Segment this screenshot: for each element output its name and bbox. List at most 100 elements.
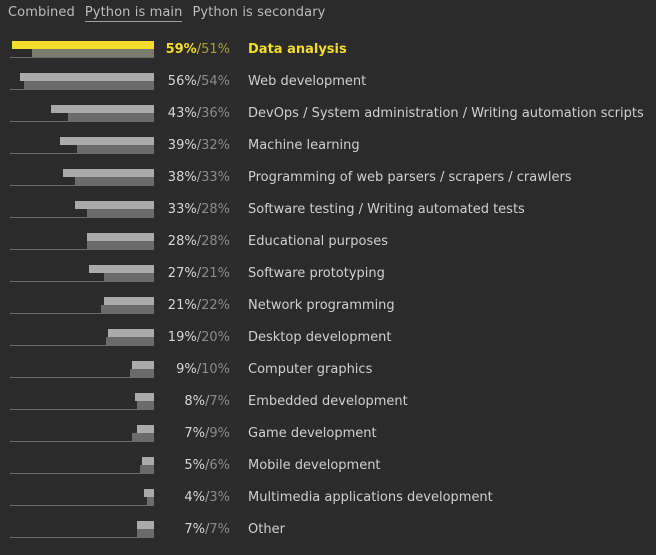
bar-python-secondary [67, 113, 154, 121]
chart-row: 56%/54% Web development [0, 67, 656, 99]
percent-secondary: 28% [201, 202, 230, 217]
chart-row: 39%/32% Machine learning [0, 131, 656, 163]
chart-row: 21%/22% Network programming [0, 291, 656, 323]
category-label: Software prototyping [248, 266, 385, 281]
percent-label: 39%/32% [168, 138, 230, 153]
percent-label: 59%/51% [166, 42, 230, 57]
percent-secondary: 20% [201, 330, 230, 345]
bar-baseline [10, 505, 154, 506]
chart-row: 4%/3% Multimedia applications development [0, 483, 656, 515]
bar-python-main [50, 105, 154, 113]
bar-baseline [10, 537, 154, 538]
category-label: Web development [248, 74, 367, 89]
bar-baseline [10, 313, 154, 314]
percent-label: 4%/3% [184, 490, 230, 505]
chart-row: 5%/6% Mobile development [0, 451, 656, 483]
category-label: Data analysis [248, 42, 347, 57]
bar-python-secondary [132, 433, 154, 441]
category-label: Network programming [248, 298, 395, 313]
bar-python-secondary [137, 529, 154, 537]
bar-chart: 59%/51% Data analysis 56%/54% Web developme… [0, 0, 656, 555]
bar-python-main [103, 297, 154, 305]
percent-label: 7%/7% [184, 522, 230, 537]
bar-baseline [10, 441, 154, 442]
percent-main: 59% [165, 42, 197, 57]
bar-python-secondary [103, 273, 154, 281]
category-label: Game development [248, 426, 377, 441]
percent-label: 9%/10% [176, 362, 230, 377]
bar-python-secondary [74, 177, 154, 185]
bar-python-main [60, 137, 154, 145]
category-label: Computer graphics [248, 362, 373, 377]
percent-label: 19%/20% [168, 330, 230, 345]
percent-main: 8% [184, 394, 205, 409]
percent-secondary: 33% [201, 170, 230, 185]
bar-python-main [144, 489, 154, 497]
bar-python-main [108, 329, 154, 337]
bar-baseline [10, 473, 154, 474]
percent-label: 27%/21% [168, 266, 230, 281]
bar-python-secondary [86, 241, 154, 249]
percent-secondary: 3% [209, 490, 230, 505]
category-label: DevOps / System administration / Writing… [248, 106, 644, 121]
chart-row: 59%/51% Data analysis [0, 35, 656, 67]
percent-label: 8%/7% [184, 394, 230, 409]
percent-label: 28%/28% [168, 234, 230, 249]
bar-python-secondary [130, 369, 154, 377]
percent-main: 43% [167, 106, 197, 121]
percent-main: 56% [167, 74, 197, 89]
percent-main: 28% [167, 234, 197, 249]
percent-secondary: 54% [201, 74, 230, 89]
category-label: Machine learning [248, 138, 360, 153]
bar-baseline [10, 249, 154, 250]
percent-main: 38% [167, 170, 197, 185]
percent-main: 33% [167, 202, 197, 217]
bar-baseline [10, 281, 154, 282]
percent-secondary: 36% [201, 106, 230, 121]
category-label: Mobile development [248, 458, 381, 473]
percent-main: 21% [167, 298, 197, 313]
percent-main: 7% [184, 426, 205, 441]
percent-main: 39% [167, 138, 197, 153]
percent-label: 38%/33% [168, 170, 230, 185]
chart-row: 8%/7% Embedded development [0, 387, 656, 419]
chart-row: 43%/36% DevOps / System administration / … [0, 99, 656, 131]
category-label: Educational purposes [248, 234, 389, 249]
percent-label: 56%/54% [168, 74, 230, 89]
bar-baseline [10, 57, 154, 58]
bar-python-main [137, 521, 154, 529]
percent-secondary: 7% [209, 394, 230, 409]
bar-baseline [10, 345, 154, 346]
category-label: Software testing / Writing automated tes… [248, 202, 525, 217]
bar-python-main [74, 201, 154, 209]
bar-python-secondary [137, 401, 154, 409]
bar-python-main [86, 233, 154, 241]
bar-python-secondary [139, 465, 154, 473]
percent-secondary: 21% [201, 266, 230, 281]
percent-secondary: 7% [209, 522, 230, 537]
percent-secondary: 51% [201, 42, 230, 57]
chart-row: 38%/33% Programming of web parsers / scra… [0, 163, 656, 195]
category-label: Embedded development [248, 394, 408, 409]
category-label: Programming of web parsers / scrapers / … [248, 170, 572, 185]
percent-main: 4% [184, 490, 205, 505]
bar-python-main [132, 361, 154, 369]
percent-main: 27% [167, 266, 197, 281]
bar-python-secondary [101, 305, 154, 313]
percent-label: 21%/22% [168, 298, 230, 313]
chart-row: 27%/21% Software prototyping [0, 259, 656, 291]
bar-python-main [19, 73, 154, 81]
bar-baseline [10, 377, 154, 378]
bar-baseline [10, 121, 154, 122]
percent-label: 5%/6% [184, 458, 230, 473]
category-label: Multimedia applications development [248, 490, 493, 505]
chart-row: 7%/7% Other [0, 515, 656, 547]
percent-label: 7%/9% [184, 426, 230, 441]
percent-main: 5% [184, 458, 205, 473]
bar-baseline [10, 185, 154, 186]
category-label: Other [248, 522, 285, 537]
bar-python-main [62, 169, 154, 177]
percent-secondary: 22% [201, 298, 230, 313]
bar-python-secondary [31, 49, 154, 57]
bar-baseline [10, 217, 154, 218]
